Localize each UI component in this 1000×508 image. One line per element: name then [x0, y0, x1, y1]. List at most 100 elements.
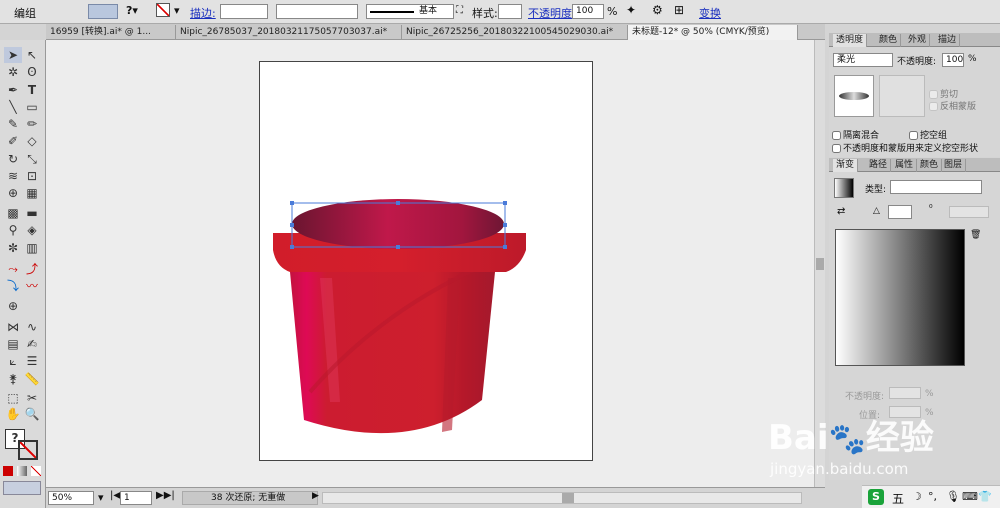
- wave-tool-icon[interactable]: ∿: [23, 319, 41, 335]
- variable-width-select[interactable]: [276, 4, 358, 19]
- selection-tool-icon[interactable]: ➤: [4, 47, 22, 63]
- tab-gradient[interactable]: 渐变: [833, 159, 859, 172]
- hscroll-thumb[interactable]: [562, 493, 574, 503]
- status-menu-icon[interactable]: ▶: [312, 491, 319, 501]
- object-thumbnail[interactable]: [834, 75, 874, 117]
- tab-pathfinder[interactable]: 路径: [866, 159, 892, 172]
- zoom-select[interactable]: 50%: [48, 491, 94, 505]
- fill-swatch[interactable]: [156, 3, 170, 17]
- page-select[interactable]: 1: [120, 491, 152, 505]
- shirt-icon[interactable]: 👕: [978, 490, 992, 503]
- list-tool-icon[interactable]: ☰: [23, 353, 41, 369]
- tab-appearance[interactable]: 外观: [905, 34, 931, 47]
- document-canvas[interactable]: [46, 40, 814, 487]
- opacity-mask-slot[interactable]: [879, 75, 925, 117]
- eraser-tool-icon[interactable]: ◇: [23, 133, 41, 149]
- bucket-opening[interactable]: [292, 199, 504, 249]
- opacity-input[interactable]: 100: [572, 4, 604, 19]
- blend-mode-select[interactable]: 柔光: [833, 53, 893, 67]
- tab-document-1[interactable]: 16959 [转换].ai* @ 1...: [46, 25, 176, 40]
- stroke-weight-input[interactable]: [220, 4, 268, 19]
- graphic-style-icon[interactable]: ⛶: [456, 5, 463, 16]
- color-mode-icon[interactable]: [3, 466, 13, 476]
- pencil-tool-icon[interactable]: ✏: [23, 116, 41, 132]
- align-icon[interactable]: ⊞: [674, 3, 684, 17]
- artboard[interactable]: [259, 61, 593, 461]
- moon-icon[interactable]: ☽: [912, 490, 922, 503]
- tab-layers[interactable]: 图层: [941, 159, 967, 172]
- tab-attributes[interactable]: 属性: [892, 159, 918, 172]
- rotate-tool-icon[interactable]: ↻: [4, 151, 22, 167]
- help-icon[interactable]: ?▾: [126, 4, 138, 17]
- curve-tool-icon[interactable]: ⤴: [23, 261, 41, 277]
- eyedropper-tool-icon[interactable]: ⚲: [4, 222, 22, 238]
- knockout-group-option[interactable]: 挖空组: [909, 128, 947, 141]
- document-setup-icon[interactable]: ⚙: [652, 3, 663, 17]
- trash-icon[interactable]: 🗑: [970, 230, 981, 240]
- measure-tool-icon[interactable]: 📏: [23, 371, 41, 387]
- next-page-icon[interactable]: ▶▶|: [156, 490, 175, 501]
- anchor-tool-icon[interactable]: ⤳: [4, 261, 22, 277]
- blob-brush-tool-icon[interactable]: ✐: [4, 133, 22, 149]
- gradient-mode-icon[interactable]: [17, 466, 27, 476]
- bucket-body[interactable]: [290, 272, 495, 434]
- free-transform-tool-icon[interactable]: ⊡: [23, 168, 41, 184]
- draw-mode-icon[interactable]: [3, 481, 41, 495]
- crosshair-tool-icon[interactable]: ⊕: [4, 298, 22, 314]
- scale-tool-icon[interactable]: ⤡: [23, 151, 41, 167]
- chevron-down-icon[interactable]: ▾: [98, 491, 104, 504]
- hand-tool-icon[interactable]: ✋: [4, 406, 22, 422]
- pen-tool-icon[interactable]: ✒: [4, 82, 22, 98]
- ime-logo-icon[interactable]: S: [868, 489, 884, 505]
- opacity-input[interactable]: 100: [942, 53, 964, 67]
- artboard-tool-icon[interactable]: ⬚: [4, 390, 22, 406]
- shape-builder-tool-icon[interactable]: ⊕: [4, 185, 22, 201]
- isolate-blending-option[interactable]: 隔离混合: [832, 128, 879, 141]
- blend-tool-icon[interactable]: ◈: [23, 222, 41, 238]
- style-select[interactable]: [498, 4, 522, 19]
- reverse-gradient-icon[interactable]: ⇄: [837, 206, 845, 217]
- none-mode-icon[interactable]: [31, 466, 41, 476]
- mask-knockout-option[interactable]: 不透明度和蒙版用来定义挖空形状: [832, 141, 978, 154]
- magic-wand-tool-icon[interactable]: ✲: [4, 64, 22, 80]
- voice-icon[interactable]: 🎙: [946, 490, 960, 503]
- type-tool-icon[interactable]: T: [23, 82, 41, 98]
- gradient-preview[interactable]: [835, 229, 965, 366]
- direct-selection-tool-icon[interactable]: ↖: [23, 47, 41, 63]
- slice-tool-icon[interactable]: ✂: [23, 390, 41, 406]
- stroke-color-box[interactable]: [18, 440, 38, 460]
- lasso-tool-icon[interactable]: ʘ: [23, 64, 41, 80]
- gradient-swatch[interactable]: [834, 178, 854, 198]
- grid-tool-icon[interactable]: ▤: [4, 336, 22, 352]
- tab-color[interactable]: 颜色: [917, 159, 943, 172]
- perspective-grid-tool-icon[interactable]: ▦: [23, 185, 41, 201]
- tab-color[interactable]: 颜色: [876, 34, 902, 47]
- keyboard-icon[interactable]: ⌨: [962, 490, 978, 503]
- column-graph-tool-icon[interactable]: ▥: [23, 240, 41, 256]
- recolor-icon[interactable]: ✦: [626, 3, 636, 17]
- smooth-tool-icon[interactable]: 〰: [23, 278, 41, 294]
- tab-stroke[interactable]: 描边: [935, 34, 961, 47]
- envelope-tool-icon[interactable]: ⋈: [4, 319, 22, 335]
- tab-document-active[interactable]: 未标题-12* @ 50% (CMYK/预览): [628, 25, 798, 40]
- tab-document-3[interactable]: Nipic_26725256_20180322100545029030.ai*: [402, 25, 628, 40]
- symbol-sprayer-tool-icon[interactable]: ✼: [4, 240, 22, 256]
- ime-mode[interactable]: 五: [892, 490, 904, 507]
- gradient-tool-icon[interactable]: ▬: [23, 205, 41, 221]
- rectangle-tool-icon[interactable]: ▭: [23, 99, 41, 115]
- transform-link[interactable]: 变换: [699, 5, 721, 21]
- punctuation-icon[interactable]: °,: [928, 490, 937, 503]
- aspect-ratio-input[interactable]: [949, 206, 989, 218]
- width-tool-icon[interactable]: ⤵: [4, 278, 22, 294]
- paintbrush-tool-icon[interactable]: ✎: [4, 116, 22, 132]
- tab-transparency[interactable]: 透明度: [833, 34, 868, 47]
- warp-tool-icon[interactable]: ≋: [4, 168, 22, 184]
- isolate-group-button[interactable]: [88, 4, 118, 19]
- stop-opacity-input[interactable]: [889, 387, 921, 399]
- gradient-type-select[interactable]: [890, 180, 982, 194]
- tab-document-2[interactable]: Nipic_26785037_20180321175057703037.ai*: [176, 25, 402, 40]
- angle-input[interactable]: [888, 205, 912, 219]
- chevron-down-icon[interactable]: ▾: [174, 4, 180, 17]
- brush-tool-icon[interactable]: ✍: [23, 336, 41, 352]
- eyedropper-alt-icon[interactable]: ⚵: [4, 371, 22, 387]
